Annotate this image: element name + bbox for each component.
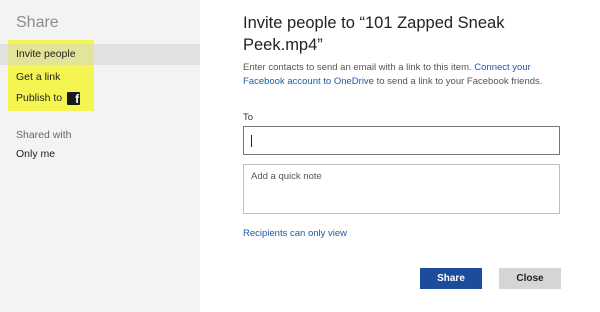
close-button[interactable]: Close [499, 268, 561, 289]
dialog-title: Invite people to “101 Zapped Sneak Peek.… [243, 14, 505, 54]
description-suffix: to send a link to your Facebook friends. [376, 75, 543, 87]
to-input[interactable] [243, 126, 560, 155]
sidebar-item-publish-to[interactable]: Publish to f [16, 91, 81, 105]
sidebar-item-label: Get a link [16, 71, 61, 83]
sidebar-item-label: Publish to [16, 92, 63, 104]
quick-note-placeholder: Add a quick note [251, 171, 322, 182]
sidebar-title: Share [16, 14, 59, 31]
shared-with-value: Only me [16, 148, 56, 160]
description-text: Enter contacts to send an email with a l… [243, 62, 472, 73]
sidebar-item-label: Invite people [16, 48, 76, 60]
text-cursor [251, 135, 252, 147]
facebook-icon: f [67, 91, 81, 105]
quick-note-input[interactable]: Add a quick note [243, 164, 560, 214]
sidebar-item-invite-people[interactable]: Invite people [16, 47, 76, 61]
share-button[interactable]: Share [420, 268, 482, 289]
to-label: To [243, 112, 254, 123]
dialog-description: Enter contacts to send an email with a l… [243, 61, 563, 88]
sidebar-item-get-a-link[interactable]: Get a link [16, 70, 60, 84]
share-sidebar: Share Invite people Get a link Publish t… [0, 0, 200, 312]
shared-with-label: Shared with [16, 129, 72, 141]
recipients-permission-link[interactable]: Recipients can only view [243, 228, 347, 239]
